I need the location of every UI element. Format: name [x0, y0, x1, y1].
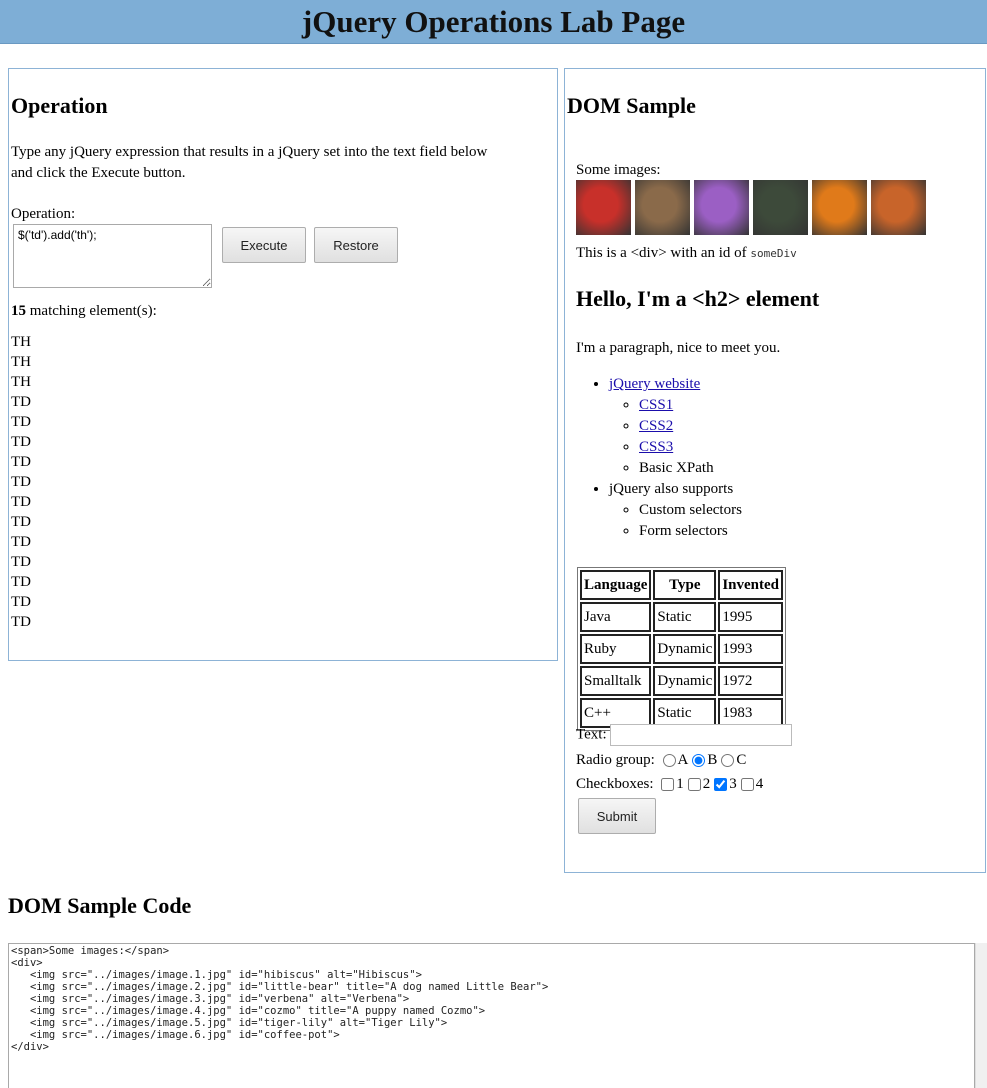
checkbox-group: 1 2 3 4	[657, 776, 763, 792]
hibiscus-image	[576, 180, 631, 235]
some-div: This is a <div> with an id of someDiv	[576, 243, 797, 264]
text-input[interactable]	[610, 724, 793, 746]
match-count: 15	[11, 303, 26, 319]
radio-label-a: A	[677, 752, 689, 768]
code-text: <span>Some images:</span> <div> <img src…	[11, 945, 549, 1053]
css2-link[interactable]: CSS2	[639, 418, 673, 434]
list-item-custom-selectors: Custom selectors	[639, 500, 742, 521]
table-header: Type	[653, 570, 717, 600]
radio-label-b: B	[707, 752, 718, 768]
table-cell: Static	[653, 602, 717, 632]
table-cell: Smalltalk	[580, 666, 652, 696]
checkbox-label-2: 2	[702, 776, 711, 792]
result-item: TD	[11, 474, 31, 490]
code-scrollbar[interactable]	[975, 943, 987, 1088]
table-cell: 1993	[718, 634, 784, 664]
restore-button[interactable]: Restore	[314, 227, 398, 263]
operation-label: Operation:	[11, 206, 76, 222]
code-view[interactable]: <span>Some images:</span> <div> <img src…	[8, 943, 975, 1088]
result-item: TD	[11, 614, 31, 630]
checkbox-label-3: 3	[729, 776, 737, 792]
cozmo-image	[753, 180, 808, 235]
sample-h2: Hello, I'm a <h2> element	[576, 286, 820, 311]
result-item: TD	[11, 394, 31, 410]
table-row: Ruby Dynamic 1993	[580, 634, 784, 664]
result-item: TH	[11, 374, 31, 390]
match-suffix: matching element(s):	[29, 303, 157, 319]
css3-link[interactable]: CSS3	[639, 439, 673, 455]
table-row: Smalltalk Dynamic 1972	[580, 666, 784, 696]
result-item: TD	[11, 414, 31, 430]
table-header: Invented	[718, 570, 784, 600]
jquery-website-link[interactable]: jQuery website	[609, 376, 700, 392]
result-item: TD	[11, 494, 31, 510]
operation-description: Type any jQuery expression that results …	[11, 144, 488, 181]
list-item-basic-xpath: Basic XPath	[639, 458, 742, 479]
table-header: Language	[580, 570, 652, 600]
page-banner: jQuery Operations Lab Page	[0, 0, 987, 44]
match-count-line: 15 matching element(s):	[11, 301, 157, 322]
coffee-pot-image	[871, 180, 926, 235]
dom-sample-heading: DOM Sample	[567, 93, 696, 118]
language-table-wrap: Language Type Invented Java Static 1995 Ruby D…	[577, 567, 787, 731]
verbena-image	[694, 180, 749, 235]
image-row	[576, 180, 926, 235]
result-item: TD	[11, 454, 31, 470]
operation-heading: Operation	[11, 93, 108, 118]
execute-button[interactable]: Execute	[222, 227, 306, 263]
code-section-heading: DOM Sample Code	[8, 893, 192, 918]
result-item: TD	[11, 534, 31, 550]
checkbox-label: Checkboxes:	[576, 776, 654, 792]
result-item: TH	[11, 334, 31, 350]
checkbox-4[interactable]	[740, 778, 754, 792]
text-field-row: Text:	[576, 724, 793, 746]
submit-button[interactable]: Submit	[578, 798, 656, 834]
dom-sample-panel: DOM Sample Some images: This is a <div> …	[564, 68, 986, 873]
checkbox-3[interactable]	[714, 778, 728, 792]
sample-list: jQuery website CSS1 CSS2 CSS3 Basic XPat…	[576, 374, 742, 542]
css1-link[interactable]: CSS1	[639, 397, 673, 413]
operation-panel: Operation Type any jQuery expression tha…	[8, 68, 558, 661]
radio-label-c: C	[736, 752, 747, 768]
result-item: TD	[11, 514, 31, 530]
table-cell: Dynamic	[653, 634, 717, 664]
div-text: This is a <div> with an id of	[576, 245, 747, 261]
radio-group: A B C	[659, 752, 747, 768]
radio-row: Radio group: A B C	[576, 750, 746, 771]
table-row: Java Static 1995	[580, 602, 784, 632]
result-item: TD	[11, 554, 31, 570]
text-label: Text:	[576, 726, 607, 743]
radio-a[interactable]	[662, 754, 676, 768]
checkbox-label-4: 4	[755, 776, 764, 792]
table-cell: 1972	[718, 666, 784, 696]
checkbox-label-1: 1	[676, 776, 684, 792]
little-bear-image	[635, 180, 690, 235]
div-id: someDiv	[750, 247, 797, 260]
table-cell: Ruby	[580, 634, 652, 664]
language-table: Language Type Invented Java Static 1995 Ruby D…	[577, 567, 787, 731]
table-cell: Dynamic	[653, 666, 717, 696]
images-label: Some images:	[576, 162, 661, 178]
list-item-form-selectors: Form selectors	[639, 521, 742, 542]
result-item: TD	[11, 594, 31, 610]
operation-input[interactable]	[13, 224, 212, 288]
table-cell: Java	[580, 602, 652, 632]
sample-paragraph: I'm a paragraph, nice to meet you.	[576, 340, 781, 356]
radio-c[interactable]	[721, 754, 735, 768]
result-item: TD	[11, 574, 31, 590]
radio-b[interactable]	[692, 754, 706, 768]
checkbox-1[interactable]	[661, 778, 675, 792]
result-item: TD	[11, 434, 31, 450]
list-item-also-supports: jQuery also supports Custom selectors Fo…	[609, 479, 742, 542]
results-list: TH TH TH TD TD TD TD TD TD TD TD TD TD TD TD	[11, 332, 31, 632]
tiger-lily-image	[812, 180, 867, 235]
list-item-jquery-website: jQuery website CSS1 CSS2 CSS3 Basic XPat…	[609, 374, 742, 479]
table-cell: 1995	[718, 602, 784, 632]
page-title: jQuery Operations Lab Page	[301, 4, 686, 39]
also-supports-text: jQuery also supports	[609, 481, 734, 497]
checkbox-2[interactable]	[687, 778, 701, 792]
checkbox-row: Checkboxes: 1 2 3 4	[576, 774, 763, 795]
result-item: TH	[11, 354, 31, 370]
radio-label: Radio group:	[576, 752, 655, 768]
